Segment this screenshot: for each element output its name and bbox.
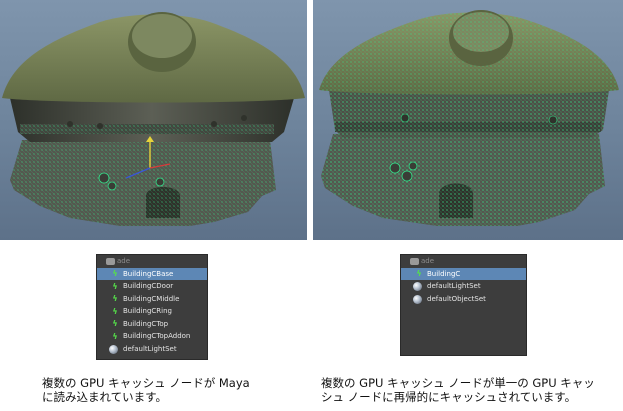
set-icon <box>413 294 422 304</box>
outliner-item-label: BuildingCDoor <box>123 282 174 290</box>
outliner-item-buildingcring[interactable]: ϟ BuildingCRing <box>97 305 207 318</box>
caption-left: 複数の GPU キャッシュ ノードが Maya に読み込まれています。 <box>42 376 292 404</box>
caption-line: に読み込まれています。 <box>42 390 168 404</box>
gpu-cache-icon: ϟ <box>112 319 118 328</box>
caption-line: シュ ノードに再帰的にキャッシュされています。 <box>321 390 577 404</box>
gpu-cache-icon: ϟ <box>112 281 118 291</box>
outliner-item-buildingctopaddon[interactable]: ϟ BuildingCTopAddon <box>97 330 207 343</box>
outliner-item-defaultlightset[interactable]: defaultLightSet <box>97 343 207 356</box>
outliner-item-label: BuildingCMiddle <box>123 294 180 303</box>
viewport-multiple-gpu-caches[interactable] <box>0 0 307 240</box>
outliner-header-label: ade <box>421 257 435 265</box>
outliner-item-buildingcmiddle[interactable]: ϟ BuildingCMiddle <box>97 293 207 306</box>
gpu-cache-icon: ϟ <box>112 294 118 303</box>
outliner-item-label: defaultObjectSet <box>427 294 486 303</box>
outliner-item-label: BuildingCTop <box>123 319 169 328</box>
building-model-render <box>319 10 619 226</box>
outliner-item-label: BuildingCTopAddon <box>123 332 191 340</box>
outliner-header-label: ade <box>117 257 131 265</box>
outliner-header-row: ade <box>97 255 207 268</box>
outliner-header-row: ade <box>401 255 526 268</box>
outliner-item-label: defaultLightSet <box>427 282 481 290</box>
outliner-item-buildingcbase[interactable]: ϟ BuildingCBase <box>97 267 207 280</box>
viewport-single-gpu-cache[interactable] <box>313 0 623 240</box>
set-icon <box>410 258 419 265</box>
outliner-item-buildingc[interactable]: ϟ BuildingC <box>401 267 526 280</box>
gpu-cache-icon: ϟ <box>416 269 422 278</box>
outliner-item-label: BuildingCBase <box>123 269 174 278</box>
caption-line: 複数の GPU キャッシュ ノードが単一の GPU キャッ <box>321 376 595 390</box>
set-icon <box>109 344 118 354</box>
caption-line: 複数の GPU キャッシュ ノードが Maya <box>42 376 250 390</box>
outliner-item-label: defaultLightSet <box>123 344 177 353</box>
set-icon <box>413 282 422 291</box>
gpu-cache-icon: ϟ <box>112 269 118 278</box>
gpu-cache-icon: ϟ <box>112 331 118 341</box>
outliner-panel-left[interactable]: ade ϟ BuildingCBase ϟ BuildingCDoor ϟ Bu… <box>96 254 208 360</box>
outliner-item-buildingctop[interactable]: ϟ BuildingCTop <box>97 318 207 331</box>
middle-wall <box>10 98 294 142</box>
set-icon <box>106 258 115 265</box>
caption-right: 複数の GPU キャッシュ ノードが単一の GPU キャッ シュ ノードに再帰的… <box>321 376 619 404</box>
outliner-item-defaultobjectset[interactable]: defaultObjectSet <box>401 293 526 306</box>
outliner-item-buildingcdoor[interactable]: ϟ BuildingCDoor <box>97 280 207 293</box>
gpu-cache-icon: ϟ <box>112 306 118 316</box>
outliner-item-defaultlightset[interactable]: defaultLightSet <box>401 280 526 293</box>
building-model-render <box>2 12 305 226</box>
outliner-panel-right[interactable]: ade ϟ BuildingC defaultLightSet defaultO… <box>400 254 527 356</box>
outliner-item-label: BuildingCRing <box>123 307 172 315</box>
outliner-item-label: BuildingC <box>427 269 461 278</box>
